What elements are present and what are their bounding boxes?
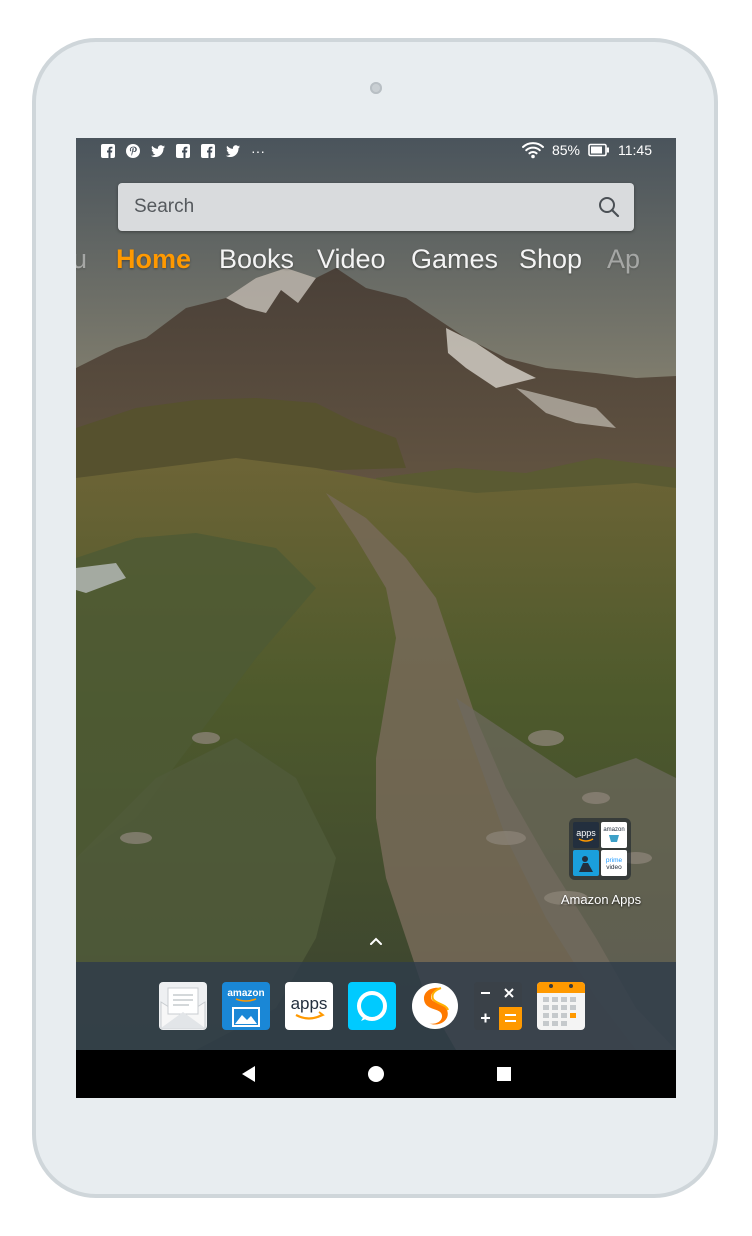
calendar-app-icon[interactable] <box>537 982 585 1030</box>
notification-icons: ··· <box>100 143 265 159</box>
chevron-up-icon[interactable] <box>366 935 386 947</box>
search-bar[interactable] <box>118 183 634 231</box>
prime-video-mini-icon: prime video <box>601 850 627 876</box>
amazon-shopping-mini-icon: amazon <box>601 822 627 848</box>
folder-icon: apps amazon prime video <box>569 818 631 880</box>
calculator-app-icon[interactable] <box>474 982 522 1030</box>
recent-apps-icon[interactable] <box>494 1064 514 1084</box>
amazon-photos-app-icon[interactable]: amazon <box>222 982 270 1030</box>
appstore-app-icon[interactable]: apps <box>285 982 333 1030</box>
battery-percent: 85% <box>551 142 580 158</box>
pinterest-icon <box>125 143 141 159</box>
library-tabs: u Home Books Video Games Shop Ap <box>76 244 676 284</box>
tab-apps-partial[interactable]: Ap <box>607 244 640 275</box>
facebook-icon <box>200 143 216 159</box>
tab-books[interactable]: Books <box>219 244 294 275</box>
tab-home[interactable]: Home <box>116 244 191 275</box>
search-icon[interactable] <box>598 196 620 218</box>
status-bar: ··· 85% 11:45 <box>76 138 676 164</box>
appstore-label: apps <box>291 994 328 1013</box>
alexa-app-icon[interactable] <box>348 982 396 1030</box>
tablet-screen: ··· 85% 11:45 Search u Home Books Video … <box>76 138 676 1098</box>
app-dock: amazon apps <box>76 962 676 1050</box>
back-icon[interactable] <box>239 1064 259 1084</box>
tab-previous-partial[interactable]: u <box>76 244 87 275</box>
clock: 11:45 <box>618 142 652 158</box>
appstore-mini-label: apps <box>576 828 596 838</box>
tab-video[interactable]: Video <box>317 244 386 275</box>
search-input[interactable] <box>118 183 578 231</box>
facebook-icon <box>100 143 116 159</box>
tab-shop[interactable]: Shop <box>519 244 582 275</box>
folder-label: Amazon Apps <box>560 892 642 907</box>
tab-games[interactable]: Games <box>411 244 498 275</box>
svg-text:video: video <box>606 864 622 871</box>
amazon-shopping-mini-label: amazon <box>603 827 624 833</box>
kindle-mini-icon <box>573 850 599 876</box>
svg-text:prime: prime <box>606 857 623 864</box>
front-camera <box>370 82 382 94</box>
twitter-icon <box>225 143 241 159</box>
twitter-icon <box>150 143 166 159</box>
system-navigation-bar <box>76 1050 676 1098</box>
silk-browser-app-icon[interactable] <box>411 982 459 1030</box>
wifi-icon <box>521 141 544 159</box>
battery-icon <box>588 143 610 157</box>
more-notifications-indicator: ··· <box>251 143 265 159</box>
email-app-icon[interactable] <box>159 982 207 1030</box>
system-status: 85% 11:45 <box>521 141 652 159</box>
photos-app-label: amazon <box>227 988 264 999</box>
facebook-icon <box>175 143 191 159</box>
appstore-mini-icon: apps <box>573 822 599 848</box>
home-icon[interactable] <box>366 1064 386 1084</box>
